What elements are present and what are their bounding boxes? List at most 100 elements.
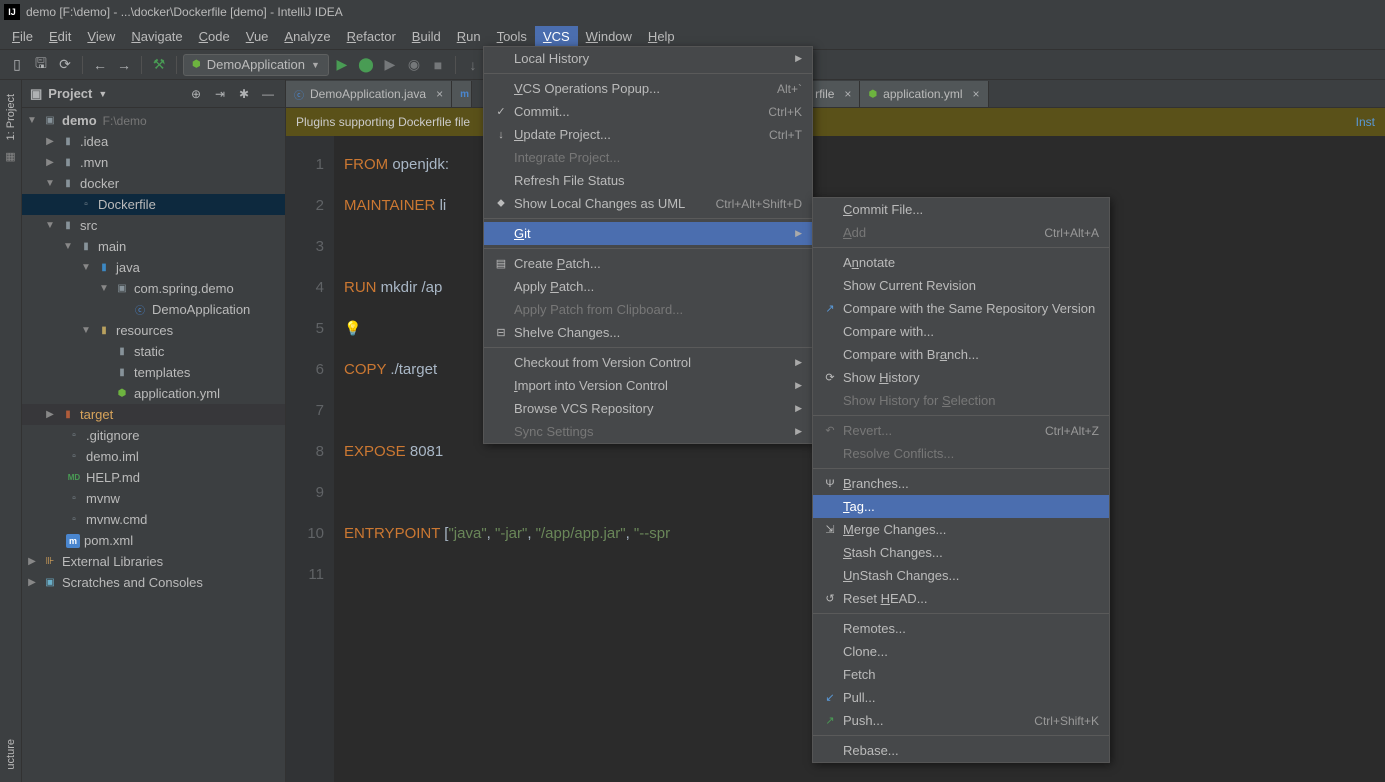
menu-tools[interactable]: Tools: [489, 26, 535, 47]
git-item-8[interactable]: ⟳Show History: [813, 366, 1109, 389]
project-tree[interactable]: ▼▣demoF:\demo ▶▮.idea ▶▮.mvn ▼▮docker ▫D…: [22, 108, 285, 782]
tree-pomxml[interactable]: mpom.xml: [22, 530, 285, 551]
profile-icon[interactable]: ◉: [403, 54, 425, 76]
project-tool-label[interactable]: 1: Project: [3, 88, 19, 146]
tree-idea[interactable]: ▶▮.idea: [22, 131, 285, 152]
git-item-17[interactable]: Stash Changes...: [813, 541, 1109, 564]
vcs-item-3[interactable]: ✓Commit...Ctrl+K: [484, 100, 812, 123]
menu-help[interactable]: Help: [640, 26, 683, 47]
tree-docker[interactable]: ▼▮docker: [22, 173, 285, 194]
vcs-update-icon[interactable]: ↓: [462, 54, 484, 76]
vcs-item-16[interactable]: Checkout from Version Control▶: [484, 351, 812, 374]
open-icon[interactable]: ▯: [6, 54, 28, 76]
git-item-22[interactable]: Clone...: [813, 640, 1109, 663]
forward-icon[interactable]: →: [113, 54, 135, 76]
run-config-dropdown[interactable]: ⬢ DemoApplication ▼: [183, 54, 329, 76]
select-opened-file-icon[interactable]: ⊕: [187, 85, 205, 103]
tree-main[interactable]: ▼▮main: [22, 236, 285, 257]
menu-code[interactable]: Code: [191, 26, 238, 47]
tree-scratches[interactable]: ▶▣Scratches and Consoles: [22, 572, 285, 593]
git-item-6[interactable]: Compare with...: [813, 320, 1109, 343]
vcs-item-17[interactable]: Import into Version Control▶: [484, 374, 812, 397]
banner-link[interactable]: Inst: [1356, 115, 1375, 129]
menu-vue[interactable]: Vue: [238, 26, 277, 47]
tree-src[interactable]: ▼▮src: [22, 215, 285, 236]
tab-partial-rfile[interactable]: rfile×: [807, 81, 860, 107]
hide-icon[interactable]: —: [259, 85, 277, 103]
vcs-item-14[interactable]: ⊟Shelve Changes...: [484, 321, 812, 344]
tree-package[interactable]: ▼▣com.spring.demo: [22, 278, 285, 299]
git-item-14[interactable]: ΨBranches...: [813, 472, 1109, 495]
vcs-item-7[interactable]: ⬥Show Local Changes as UMLCtrl+Alt+Shift…: [484, 192, 812, 215]
menu-refactor[interactable]: Refactor: [339, 26, 404, 47]
tree-templates[interactable]: ▮templates: [22, 362, 285, 383]
tree-static[interactable]: ▮static: [22, 341, 285, 362]
vcs-item-9[interactable]: Git▶: [484, 222, 812, 245]
vcs-item-12[interactable]: Apply Patch...: [484, 275, 812, 298]
git-item-7[interactable]: Compare with Branch...: [813, 343, 1109, 366]
menu-window[interactable]: Window: [578, 26, 640, 47]
git-item-3[interactable]: Annotate: [813, 251, 1109, 274]
debug-icon[interactable]: ⬤: [355, 54, 377, 76]
java-icon: ⓒ: [294, 87, 304, 102]
tree-external-libs[interactable]: ▶⊪External Libraries: [22, 551, 285, 572]
tab-partial-m[interactable]: m: [452, 81, 472, 107]
menu-navigate[interactable]: Navigate: [123, 26, 190, 47]
git-item-15[interactable]: Tag...: [813, 495, 1109, 518]
git-item-25[interactable]: ↗Push...Ctrl+Shift+K: [813, 709, 1109, 732]
project-panel-title[interactable]: ▣ Project ▼: [30, 86, 181, 102]
tree-application-yml[interactable]: ⬢application.yml: [22, 383, 285, 404]
vcs-item-11[interactable]: ▤Create Patch...: [484, 252, 812, 275]
git-item-0[interactable]: Commit File...: [813, 198, 1109, 221]
close-icon[interactable]: ×: [436, 87, 443, 101]
git-item-23[interactable]: Fetch: [813, 663, 1109, 686]
save-icon[interactable]: 🖫: [30, 54, 52, 76]
tree-dockerfile[interactable]: ▫Dockerfile: [22, 194, 285, 215]
tree-mvn[interactable]: ▶▮.mvn: [22, 152, 285, 173]
menu-edit[interactable]: Edit: [41, 26, 79, 47]
git-item-16[interactable]: ⇲Merge Changes...: [813, 518, 1109, 541]
run-icon[interactable]: ▶: [331, 54, 353, 76]
build-icon[interactable]: ⚒: [148, 54, 170, 76]
tree-demoapp[interactable]: ⓒDemoApplication: [22, 299, 285, 320]
vcs-item-2[interactable]: VCS Operations Popup...Alt+`: [484, 77, 812, 100]
tree-demoiml[interactable]: ▫demo.iml: [22, 446, 285, 467]
vcs-item-18[interactable]: Browse VCS Repository▶: [484, 397, 812, 420]
stop-icon[interactable]: ■: [427, 54, 449, 76]
menu-build[interactable]: Build: [404, 26, 449, 47]
settings-icon[interactable]: ✱: [235, 85, 253, 103]
collapse-icon[interactable]: ⇥: [211, 85, 229, 103]
tree-target[interactable]: ▶▮target: [22, 404, 285, 425]
tree-mvnw[interactable]: ▫mvnw: [22, 488, 285, 509]
tab-demoapp-java[interactable]: ⓒDemoApplication.java×: [286, 81, 452, 107]
git-item-27[interactable]: Rebase...: [813, 739, 1109, 762]
tree-java[interactable]: ▼▮java: [22, 257, 285, 278]
git-item-4[interactable]: Show Current Revision: [813, 274, 1109, 297]
git-item-21[interactable]: Remotes...: [813, 617, 1109, 640]
git-item-19[interactable]: ↺Reset HEAD...: [813, 587, 1109, 610]
close-icon[interactable]: ×: [844, 87, 851, 101]
vcs-item-4[interactable]: ↓Update Project...Ctrl+T: [484, 123, 812, 146]
menu-run[interactable]: Run: [449, 26, 489, 47]
tab-application-yml[interactable]: ⬢application.yml×: [860, 81, 988, 107]
tree-resources[interactable]: ▼▮resources: [22, 320, 285, 341]
close-icon[interactable]: ×: [973, 87, 980, 101]
tree-gitignore[interactable]: ▫.gitignore: [22, 425, 285, 446]
coverage-icon[interactable]: ▶: [379, 54, 401, 76]
sync-icon[interactable]: ⟳: [54, 54, 76, 76]
tree-helpmd[interactable]: MDHELP.md: [22, 467, 285, 488]
menu-item-icon: ↗: [821, 714, 839, 727]
tree-root[interactable]: ▼▣demoF:\demo: [22, 110, 285, 131]
git-item-24[interactable]: ↙Pull...: [813, 686, 1109, 709]
menu-analyze[interactable]: Analyze: [276, 26, 338, 47]
git-item-5[interactable]: ↗Compare with the Same Repository Versio…: [813, 297, 1109, 320]
menu-view[interactable]: View: [79, 26, 123, 47]
back-icon[interactable]: ←: [89, 54, 111, 76]
tree-mvnwcmd[interactable]: ▫mvnw.cmd: [22, 509, 285, 530]
vcs-item-0[interactable]: Local History▶: [484, 47, 812, 70]
git-item-18[interactable]: UnStash Changes...: [813, 564, 1109, 587]
menu-file[interactable]: File: [4, 26, 41, 47]
menu-vcs[interactable]: VCS: [535, 26, 578, 47]
vcs-item-6[interactable]: Refresh File Status: [484, 169, 812, 192]
structure-tool-label[interactable]: ucture: [3, 733, 19, 776]
